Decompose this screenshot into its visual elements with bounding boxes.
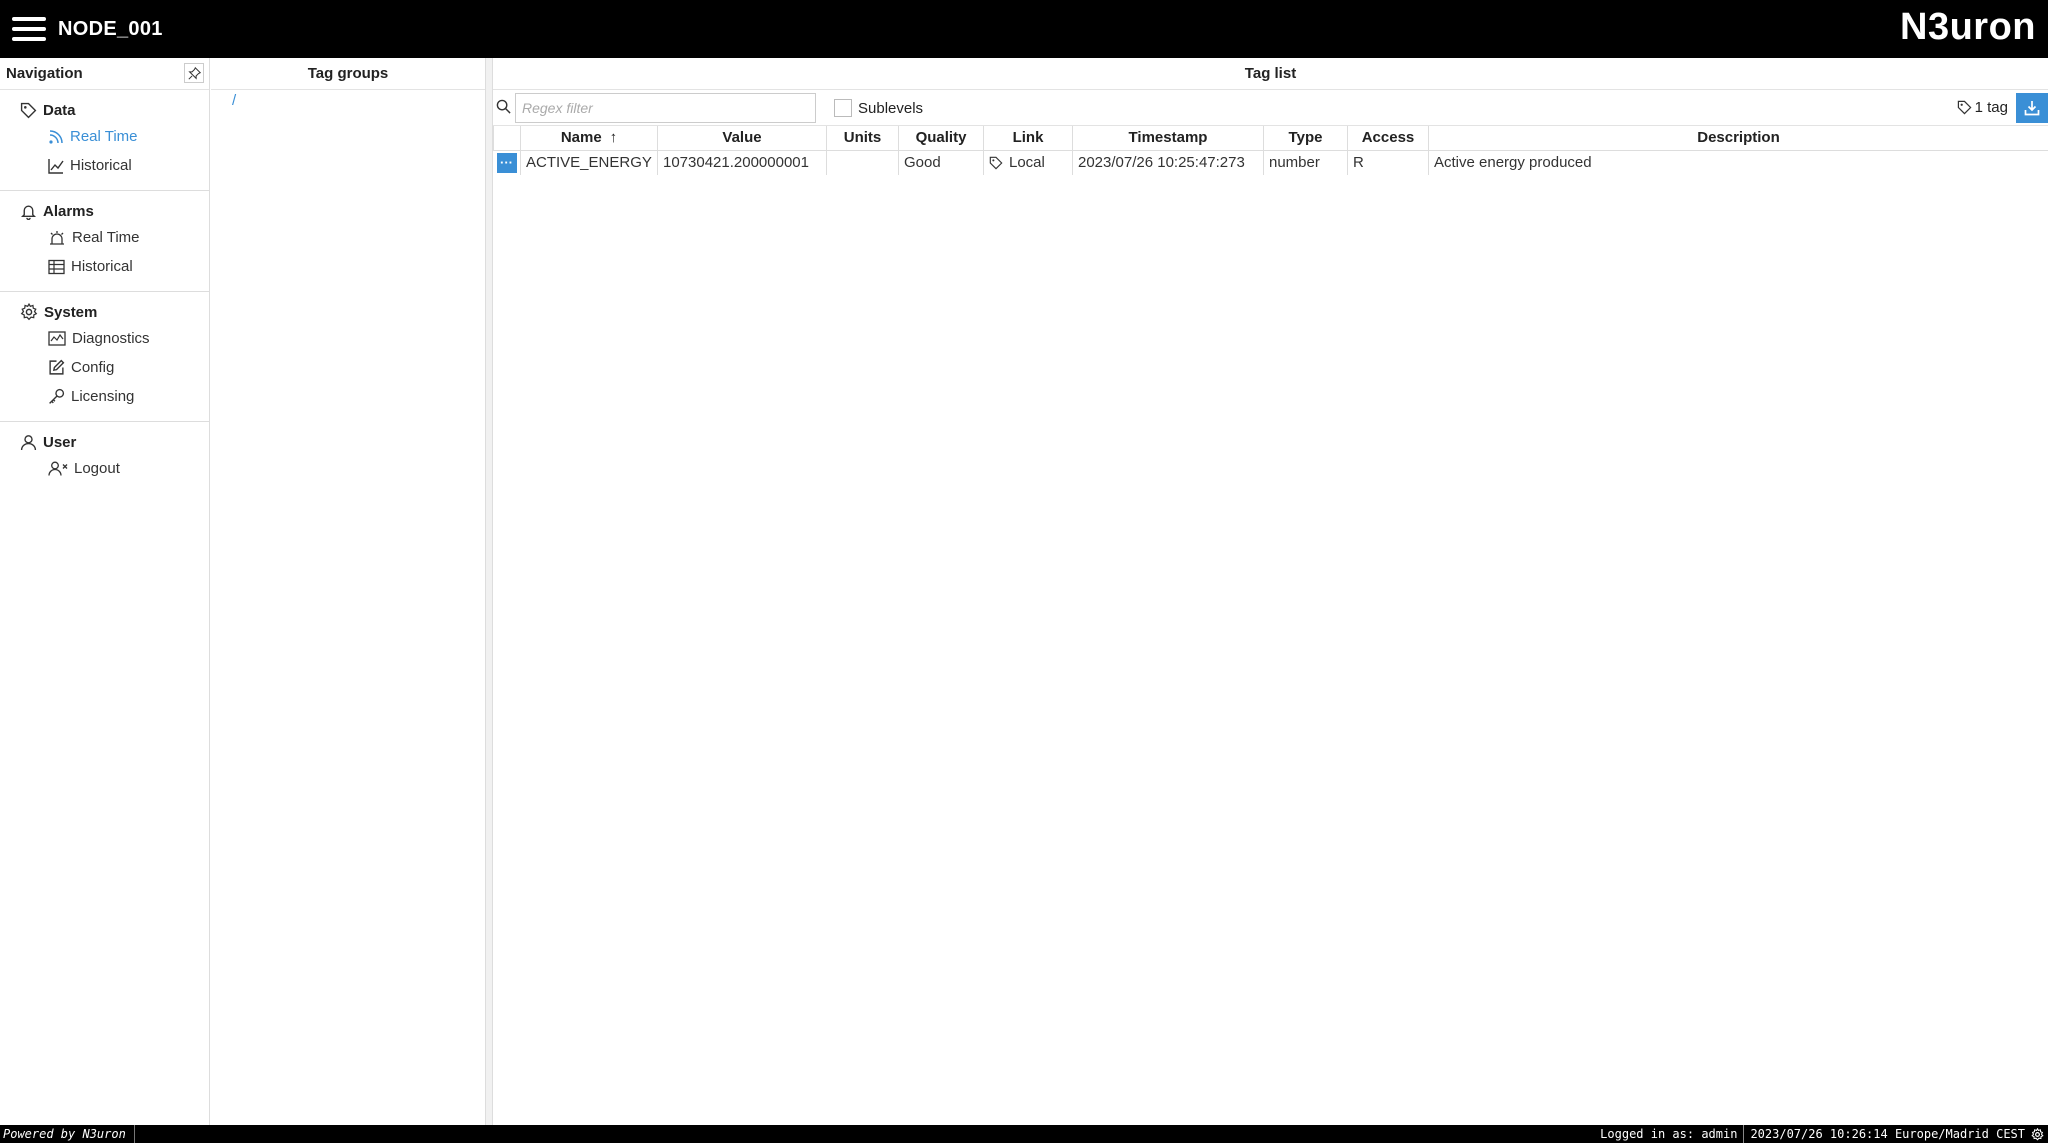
- sublevels-checkbox[interactable]: [834, 99, 852, 117]
- menu-icon[interactable]: [12, 17, 46, 41]
- user-x-icon: [48, 461, 68, 476]
- regex-filter-input[interactable]: [515, 93, 816, 123]
- edit-icon: [49, 359, 65, 375]
- column-header-actions: [493, 126, 521, 151]
- line-chart-icon: [48, 158, 64, 174]
- search-icon: [496, 99, 511, 114]
- cell-type: number: [1263, 150, 1348, 175]
- tag-count-label: 1 tag: [1974, 99, 2008, 116]
- pin-icon: [187, 66, 201, 80]
- sort-ascending-icon: ↑: [609, 129, 618, 147]
- download-icon: [2024, 101, 2040, 116]
- nav-section-label: User: [43, 433, 77, 451]
- nav-section-data: Data Real Time Historical: [0, 90, 209, 191]
- cell-value: 10730421.200000001: [657, 150, 827, 175]
- tag-groups-title: Tag groups: [211, 58, 485, 90]
- tag-list-title: Tag list: [493, 58, 2048, 90]
- panel-splitter[interactable]: [485, 58, 493, 1125]
- powered-by-text: Powered by N3uron: [3, 1125, 135, 1143]
- nav-item-label: Historical: [71, 258, 133, 275]
- table-header-row: Name ↑ Value Units Quality Link Timestamp…: [493, 126, 2048, 151]
- bell-icon: [20, 205, 37, 220]
- user-icon: [20, 434, 37, 450]
- nav-section-data-title[interactable]: Data: [0, 98, 209, 122]
- tag-list-panel: Tag list Sublevels 1 tag Name↑ Value Uni…: [493, 58, 2048, 1125]
- nav-item-label: Licensing: [71, 388, 135, 405]
- key-icon: [49, 388, 65, 404]
- pin-button[interactable]: [184, 63, 204, 83]
- column-header-quality[interactable]: Quality: [898, 126, 984, 151]
- nav-item-label: Historical: [70, 157, 132, 174]
- nav-section-label: Data: [43, 101, 76, 119]
- column-header-timestamp[interactable]: Timestamp: [1072, 126, 1264, 151]
- column-header-name[interactable]: Name ↑: [520, 126, 658, 151]
- navigation-panel: Navigation Data Real Time Historical Ala…: [0, 58, 210, 1125]
- tag-count: 1 tag: [1957, 99, 2008, 116]
- nav-section-system-title[interactable]: System: [0, 300, 209, 324]
- nav-section-label: System: [44, 303, 98, 321]
- column-header-type[interactable]: Type: [1263, 126, 1348, 151]
- nav-item-data-historical[interactable]: Historical: [0, 151, 209, 180]
- rss-icon: [49, 129, 63, 144]
- tag-group-root[interactable]: /: [232, 92, 236, 109]
- cell-name: ACTIVE_ENERGY: [520, 150, 658, 175]
- nav-item-system-diagnostics[interactable]: Diagnostics: [0, 324, 209, 353]
- table-icon: [48, 259, 65, 274]
- cell-quality: Good: [898, 150, 984, 175]
- cell-units: [826, 150, 899, 175]
- column-header-units[interactable]: Units: [826, 126, 899, 151]
- nav-item-system-config[interactable]: Config: [0, 353, 209, 382]
- tag-list-toolbar: Sublevels 1 tag: [493, 90, 2048, 126]
- nav-section-user: User Logout: [0, 422, 209, 493]
- gear-icon[interactable]: [2031, 1127, 2044, 1141]
- nav-item-system-licensing[interactable]: Licensing: [0, 382, 209, 411]
- logged-in-text: Logged in as: admin: [1594, 1125, 1745, 1143]
- navigation-header: Navigation: [0, 58, 209, 90]
- nav-item-data-realtime[interactable]: Real Time: [0, 122, 209, 151]
- sublevels-label: Sublevels: [858, 99, 924, 117]
- nav-item-alarms-historical[interactable]: Historical: [0, 252, 209, 281]
- gear-icon: [20, 303, 38, 321]
- column-header-access[interactable]: Access: [1347, 126, 1429, 151]
- table-row[interactable]: ··· ACTIVE_ENERGY 10730421.200000001 Goo…: [493, 150, 2048, 175]
- nav-item-label: Real Time: [72, 229, 140, 246]
- nav-item-user-logout[interactable]: Logout: [0, 454, 209, 483]
- footer-datetime: 2023/07/26 10:26:14 Europe/Madrid CEST: [1750, 1127, 2025, 1141]
- tag-icon: [989, 156, 1003, 170]
- column-header-value[interactable]: Value: [657, 126, 827, 151]
- tag-icon: [20, 102, 37, 118]
- cell-timestamp: 2023/07/26 10:25:47:273: [1072, 150, 1264, 175]
- nav-item-alarms-realtime[interactable]: Real Time: [0, 223, 209, 252]
- nav-section-label: Alarms: [43, 202, 94, 220]
- nav-section-alarms: Alarms Real Time Historical: [0, 191, 209, 292]
- alarm-light-icon: [50, 230, 64, 245]
- tag-table: Name ↑ Value Units Quality Link Timestamp…: [493, 126, 2048, 175]
- sublevels-toggle[interactable]: Sublevels: [834, 99, 923, 117]
- tag-icon: [1957, 100, 1972, 115]
- row-menu-button[interactable]: ···: [496, 152, 517, 173]
- top-header-bar: NODE_001 N3uron: [0, 0, 2048, 58]
- cell-link: Local: [983, 150, 1073, 175]
- cell-description: Active energy produced: [1428, 150, 2048, 175]
- column-header-description[interactable]: Description: [1428, 126, 2048, 151]
- cell-access: R: [1347, 150, 1429, 175]
- column-header-link[interactable]: Link: [983, 126, 1073, 151]
- nav-item-label: Config: [71, 359, 115, 376]
- status-footer: Powered by N3uron Logged in as: admin 20…: [0, 1125, 2048, 1143]
- download-button[interactable]: [2016, 93, 2048, 123]
- nav-section-user-title[interactable]: User: [0, 430, 209, 454]
- brand-logo: N3uron: [1900, 6, 2036, 48]
- nav-item-label: Real Time: [70, 128, 138, 145]
- navigation-title: Navigation: [6, 65, 83, 82]
- nav-item-label: Logout: [74, 460, 120, 477]
- nav-section-alarms-title[interactable]: Alarms: [0, 199, 209, 223]
- diagnostics-icon: [48, 331, 66, 346]
- row-actions-cell: ···: [493, 150, 521, 175]
- nav-item-label: Diagnostics: [72, 330, 150, 347]
- footer-status: Logged in as: admin 2023/07/26 10:26:14 …: [1594, 1125, 2044, 1143]
- nav-section-system: System Diagnostics Config Licensing: [0, 292, 209, 422]
- cell-link-label: Local: [1009, 154, 1045, 172]
- tag-groups-panel: Tag groups /: [211, 58, 485, 1125]
- node-title: NODE_001: [58, 18, 163, 40]
